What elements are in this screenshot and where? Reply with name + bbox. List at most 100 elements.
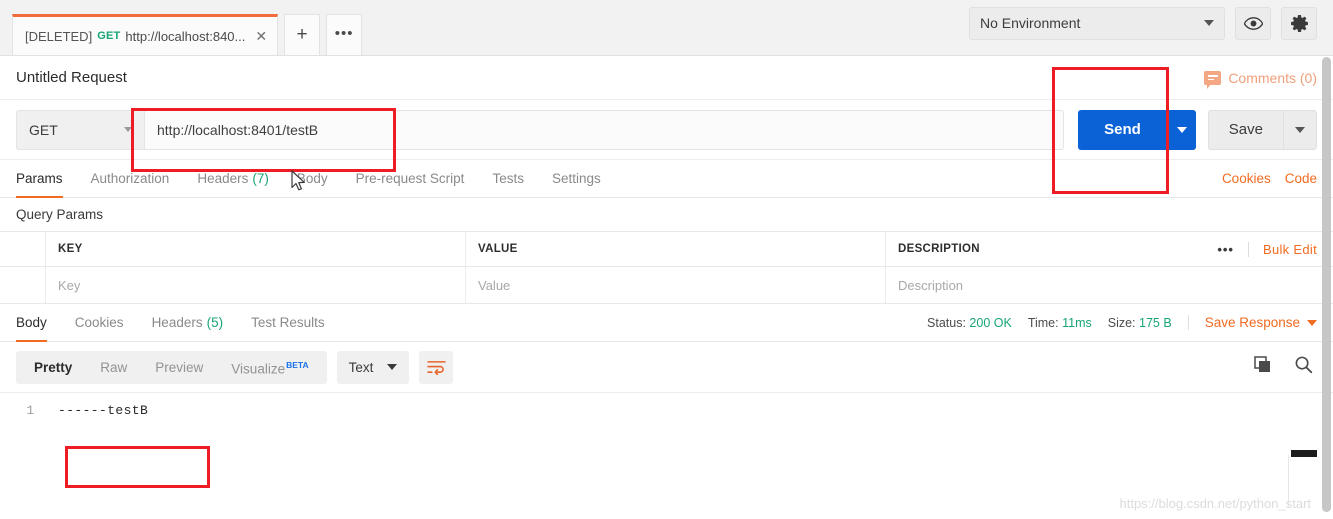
close-icon[interactable]: ✕ (255, 29, 267, 43)
top-tab-bar: [DELETED] GET http://localhost:840... ✕ … (0, 0, 1333, 56)
response-body-line: ------testB (58, 403, 149, 418)
response-tab-body[interactable]: Body (16, 304, 61, 342)
viewer-mode-pretty[interactable]: Pretty (20, 351, 86, 384)
response-tabs: Body Cookies Headers (5) Test Results St… (0, 304, 1333, 342)
tab-label: Test Results (251, 315, 325, 330)
response-viewer-toolbar: Pretty Raw Preview VisualizeBETA Text (0, 342, 1333, 392)
line-number: 1 (26, 404, 34, 418)
tab-headers[interactable]: Headers (7) (183, 160, 283, 197)
new-tab-button[interactable]: + (284, 14, 321, 55)
tab-tests[interactable]: Tests (478, 160, 538, 197)
tab-pre-request-script[interactable]: Pre-request Script (342, 160, 479, 197)
response-format-select[interactable]: Text (336, 350, 410, 384)
request-name-row: Untitled Request Comments (0) (0, 56, 1333, 100)
wrap-lines-button[interactable] (419, 350, 454, 384)
tab-label: Authorization (90, 171, 170, 186)
comment-icon (1204, 70, 1222, 89)
viewer-actions (1254, 355, 1317, 379)
param-value-input[interactable]: Value (466, 267, 886, 303)
send-button[interactable]: Send (1078, 109, 1167, 150)
column-key: KEY (46, 232, 466, 266)
search-button[interactable] (1294, 355, 1313, 379)
tab-params[interactable]: Params (16, 160, 77, 198)
param-description-input[interactable]: Description (886, 267, 1333, 303)
horizontal-scrollbar-thumb[interactable] (1291, 450, 1317, 457)
bulk-edit-button[interactable]: Bulk Edit (1263, 242, 1317, 257)
column-description-label: DESCRIPTION (898, 243, 980, 255)
viewer-mode-visualize[interactable]: VisualizeBETA (217, 349, 322, 386)
eye-icon (1243, 16, 1263, 30)
cookies-link[interactable]: Cookies (1222, 171, 1271, 186)
url-value: http://localhost:8401/testB (157, 121, 319, 138)
time-badge: Time: 11ms (1028, 316, 1092, 330)
copy-button[interactable] (1254, 355, 1272, 379)
tab-method-label: GET (97, 30, 121, 42)
vertical-scrollbar[interactable] (1322, 57, 1331, 517)
response-tab-headers[interactable]: Headers (5) (138, 304, 238, 341)
comments-button[interactable]: Comments (0) (1204, 69, 1317, 89)
url-input[interactable]: http://localhost:8401/testB (144, 109, 1065, 150)
table-options-button[interactable]: ••• (1217, 241, 1249, 257)
save-button[interactable]: Save (1207, 109, 1283, 150)
tab-label: Params (16, 171, 63, 186)
page-title: Untitled Request (16, 69, 127, 86)
tab-label: Pre-request Script (355, 171, 465, 186)
status-value: 200 OK (969, 315, 1012, 330)
viewer-mode-preview[interactable]: Preview (141, 351, 217, 384)
postman-window: [DELETED] GET http://localhost:840... ✕ … (0, 0, 1333, 519)
table-row[interactable]: Key Value Description (0, 267, 1333, 304)
settings-button[interactable] (1281, 6, 1317, 40)
tab-label: Cookies (74, 315, 124, 330)
beta-badge: BETA (286, 359, 309, 370)
tab-label: Tests (492, 171, 524, 186)
chevron-down-icon (387, 364, 398, 370)
viewer-mode-visualize-label: Visualize (231, 361, 286, 377)
environment-selected-label: No Environment (980, 15, 1081, 31)
chevron-down-icon (124, 127, 132, 132)
size-label: Size: (1107, 315, 1136, 330)
send-options-button[interactable] (1166, 109, 1196, 150)
code-link[interactable]: Code (1285, 171, 1317, 186)
viewer-mode-raw[interactable]: Raw (86, 351, 141, 384)
response-meta: Status: 200 OK Time: 11ms Size: 175 B Sa… (927, 304, 1317, 341)
viewer-mode-group: Pretty Raw Preview VisualizeBETA (16, 349, 327, 386)
environment-select[interactable]: No Environment (969, 6, 1225, 40)
tab-settings[interactable]: Settings (538, 160, 615, 197)
vertical-scrollbar-thumb[interactable] (1322, 57, 1331, 512)
response-tab-cookies[interactable]: Cookies (61, 304, 138, 341)
table-actions: ••• Bulk Edit (1217, 241, 1321, 257)
save-response-button[interactable]: Save Response (1187, 315, 1317, 330)
response-body-viewer[interactable]: 1 ------testB (0, 392, 1333, 462)
save-response-label: Save Response (1204, 315, 1300, 330)
chevron-down-icon (1176, 126, 1187, 133)
save-options-button[interactable] (1283, 109, 1317, 150)
tab-strip: [DELETED] GET http://localhost:840... ✕ … (0, 0, 363, 55)
gear-icon (1290, 14, 1308, 32)
request-tab[interactable]: [DELETED] GET http://localhost:840... ✕ (12, 14, 279, 55)
tab-options-button[interactable]: ••• (326, 14, 363, 55)
tab-authorization[interactable]: Authorization (77, 160, 184, 197)
response-format-label: Text (348, 359, 374, 375)
http-method-label: GET (29, 121, 58, 138)
tab-label: Headers (197, 171, 249, 186)
tab-label: Settings (551, 171, 601, 186)
tab-body[interactable]: Body (283, 160, 342, 197)
tab-deleted-label: [DELETED] (25, 28, 93, 44)
size-value: 175 B (1139, 315, 1172, 330)
wrap-lines-icon (427, 360, 446, 375)
status-label: Status: (927, 315, 966, 330)
row-checkbox-cell[interactable] (0, 267, 46, 303)
column-description: DESCRIPTION ••• Bulk Edit (886, 232, 1333, 266)
size-badge: Size: 175 B (1108, 316, 1172, 330)
select-all-cell[interactable] (0, 232, 46, 266)
search-icon (1295, 356, 1313, 374)
top-bar-right: No Environment (969, 0, 1333, 55)
environment-quick-look-button[interactable] (1235, 6, 1271, 40)
http-method-select[interactable]: GET (16, 109, 144, 150)
response-tab-test-results[interactable]: Test Results (237, 304, 339, 341)
request-tabs: Params Authorization Headers (7) Body Pr… (0, 160, 1333, 198)
query-params-title: Query Params (16, 207, 104, 222)
comments-label: Comments (0) (1228, 69, 1317, 86)
param-key-input[interactable]: Key (46, 267, 466, 303)
status-badge: Status: 200 OK (927, 316, 1012, 330)
